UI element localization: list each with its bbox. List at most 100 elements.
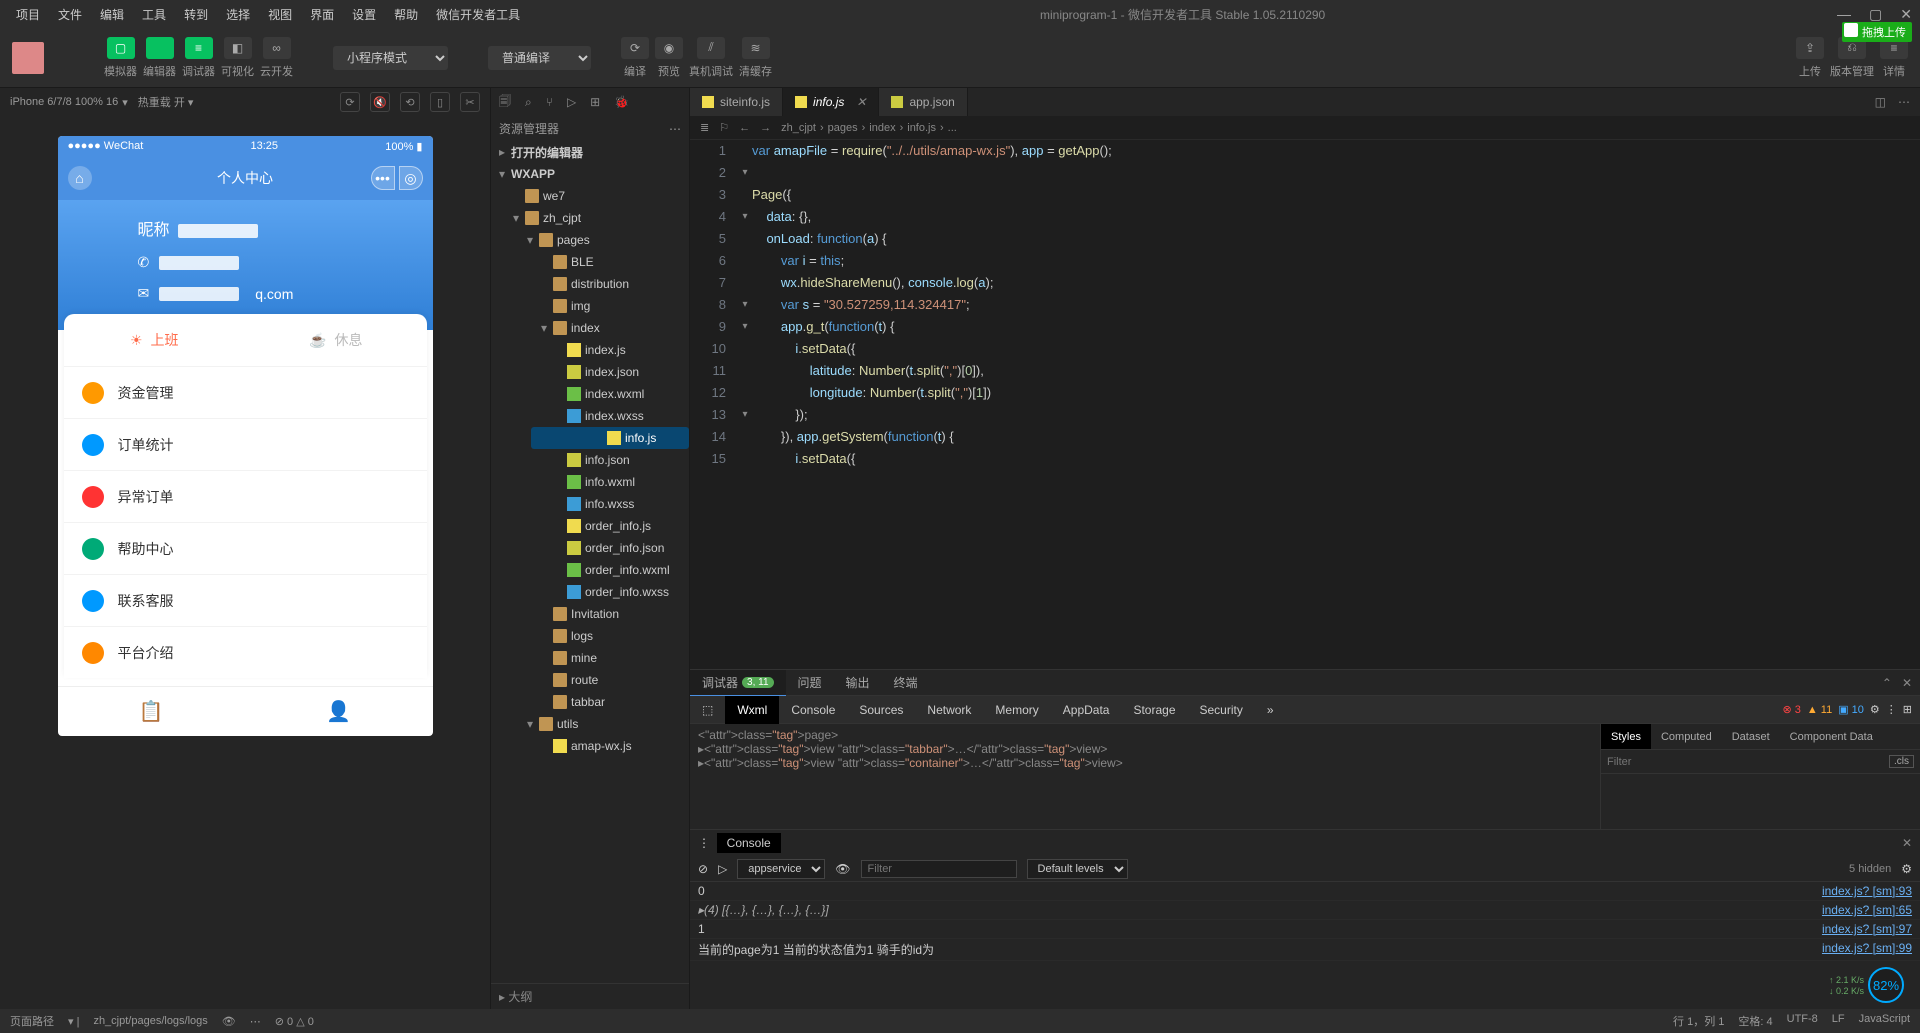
inspector-icon[interactable]: ⬚ xyxy=(690,696,725,724)
tree-index.wxss[interactable]: index.wxss xyxy=(491,405,689,427)
bookmark-icon[interactable]: ⚐ xyxy=(719,121,729,134)
tab-rest[interactable]: ☕ 休息 xyxy=(245,314,427,366)
tree-index.js[interactable]: index.js xyxy=(491,339,689,361)
tool-编译[interactable]: ⟳编译 xyxy=(621,37,649,79)
wxml-tree[interactable]: <"attr">class="tag">page>▸<"attr">class=… xyxy=(690,724,1600,829)
styles-filter-input[interactable] xyxy=(1607,756,1889,768)
tree-utils[interactable]: ▾utils xyxy=(491,713,689,735)
tool-可视化[interactable]: ◧可视化 xyxy=(221,37,254,79)
device-icon[interactable]: ▯ xyxy=(430,92,450,112)
play-icon[interactable]: ▷ xyxy=(718,862,727,876)
tab-app.json[interactable]: app.json xyxy=(879,88,967,116)
code-lines[interactable]: var amapFile = require("../../utils/amap… xyxy=(752,140,1920,669)
devtab-Memory[interactable]: Memory xyxy=(983,696,1050,724)
back-icon[interactable]: ← xyxy=(739,122,750,134)
tree-we7[interactable]: we7 xyxy=(491,185,689,207)
close-icon[interactable]: ✕ xyxy=(856,95,866,109)
code-editor[interactable]: 123456789101112131415 ▾▾▾▾▾ var amapFile… xyxy=(690,140,1920,669)
context-select[interactable]: appservice xyxy=(737,859,825,879)
tool-调试器[interactable]: ≡调试器 xyxy=(182,37,215,79)
tree-logs[interactable]: logs xyxy=(491,625,689,647)
devtab-Storage[interactable]: Storage xyxy=(1121,696,1187,724)
tree-index.wxml[interactable]: index.wxml xyxy=(491,383,689,405)
phone-item-订单统计[interactable]: 订单统计 xyxy=(64,418,427,470)
debug-icon[interactable]: ▷ xyxy=(567,95,576,109)
stop-icon[interactable]: ⊘ xyxy=(698,862,708,876)
dock-icon[interactable]: ⊞ xyxy=(1903,703,1912,716)
fwd-icon[interactable]: → xyxy=(760,122,771,134)
outline-section[interactable]: ▸ 大纲 xyxy=(491,983,689,1009)
tab-info.js[interactable]: info.js✕ xyxy=(783,88,879,116)
avatar[interactable] xyxy=(12,42,44,74)
devtop-问题[interactable]: 问题 xyxy=(786,670,834,696)
diag-counts[interactable]: ⊘ 0 △ 0 xyxy=(275,1015,314,1028)
menu-选择[interactable]: 选择 xyxy=(218,2,258,27)
tool-云开发[interactable]: ∞云开发 xyxy=(260,37,293,79)
styletab-Component Data[interactable]: Component Data xyxy=(1780,724,1883,749)
refresh-icon[interactable]: ⟳ xyxy=(340,92,360,112)
capsule-menu-icon[interactable]: ••• xyxy=(371,166,395,190)
ext-icon[interactable]: ⊞ xyxy=(590,95,600,109)
hot-reload-toggle[interactable]: 热重载 开 ▾ xyxy=(138,94,194,110)
console-filter-input[interactable] xyxy=(861,860,1017,878)
tree-info.wxss[interactable]: info.wxss xyxy=(491,493,689,515)
cls-toggle[interactable]: .cls xyxy=(1889,755,1914,768)
menu-文件[interactable]: 文件 xyxy=(50,2,90,27)
toc-icon[interactable]: ≣ xyxy=(700,121,709,134)
devtab-Sources[interactable]: Sources xyxy=(847,696,915,724)
chevron-up-icon[interactable]: ⌃ xyxy=(1882,676,1892,690)
menu-微信开发者工具[interactable]: 微信开发者工具 xyxy=(428,2,528,27)
tree-pages[interactable]: ▾pages xyxy=(491,229,689,251)
gear-icon[interactable]: ⚙ xyxy=(1870,703,1880,716)
mute-icon[interactable]: 🔇 xyxy=(370,92,390,112)
console-close-icon[interactable]: ✕ xyxy=(1902,836,1912,850)
bug-icon[interactable]: 🐞 xyxy=(614,95,629,109)
tree-index.json[interactable]: index.json xyxy=(491,361,689,383)
maximize-icon[interactable]: ▢ xyxy=(1869,6,1882,23)
tree-order_info.js[interactable]: order_info.js xyxy=(491,515,689,537)
home-icon[interactable]: ⌂ xyxy=(68,166,92,190)
close-icon[interactable]: ✕ xyxy=(1902,676,1912,690)
tool-清缓存[interactable]: ≋清缓存 xyxy=(739,37,772,79)
tree-order_info.json[interactable]: order_info.json xyxy=(491,537,689,559)
devtop-终端[interactable]: 终端 xyxy=(882,670,930,696)
cut-icon[interactable]: ✂ xyxy=(460,92,480,112)
encoding[interactable]: UTF-8 xyxy=(1787,1013,1818,1029)
tree-zh_cjpt[interactable]: ▾zh_cjpt xyxy=(491,207,689,229)
phone-item-异常订单[interactable]: 异常订单 xyxy=(64,470,427,522)
search-icon[interactable]: ⌕ xyxy=(525,95,532,110)
tree-info.json[interactable]: info.json xyxy=(491,449,689,471)
tool-版本管理[interactable]: ⎌版本管理 xyxy=(1830,37,1874,79)
tree-order_info.wxml[interactable]: order_info.wxml xyxy=(491,559,689,581)
phone-item-帮助中心[interactable]: 帮助中心 xyxy=(64,522,427,574)
capsule-close-icon[interactable]: ◎ xyxy=(399,166,423,190)
tree-distribution[interactable]: distribution xyxy=(491,273,689,295)
close-icon[interactable]: ✕ xyxy=(1900,6,1912,23)
console-output[interactable]: 0index.js? [sm]:93▸(4) [{…}, {…}, {…}, {… xyxy=(690,882,1920,1009)
tabbar-user-icon[interactable]: 👤 xyxy=(245,687,433,736)
tree-BLE[interactable]: BLE xyxy=(491,251,689,273)
tree-route[interactable]: route xyxy=(491,669,689,691)
menu-视图[interactable]: 视图 xyxy=(260,2,300,27)
menu-转到[interactable]: 转到 xyxy=(176,2,216,27)
menu-帮助[interactable]: 帮助 xyxy=(386,2,426,27)
scm-icon[interactable]: ⑂ xyxy=(546,95,553,109)
tree-Invitation[interactable]: Invitation xyxy=(491,603,689,625)
devtab-AppData[interactable]: AppData xyxy=(1051,696,1122,724)
files-icon[interactable]: 🗐 xyxy=(499,92,511,113)
compile-select[interactable]: 普通编译 xyxy=(488,46,591,70)
styletab-Styles[interactable]: Styles xyxy=(1601,724,1651,749)
tool-上传[interactable]: ⇪上传 xyxy=(1796,37,1824,79)
devtab-Console[interactable]: Console xyxy=(779,696,847,724)
devtab-Wxml[interactable]: Wxml xyxy=(725,696,779,724)
tool-详情[interactable]: ≡详情 xyxy=(1880,37,1908,79)
mode-select[interactable]: 小程序模式 xyxy=(333,46,448,70)
drag-upload-badge[interactable]: 拖拽上传 xyxy=(1842,22,1912,42)
tree-tabbar[interactable]: tabbar xyxy=(491,691,689,713)
gear-icon[interactable]: ⚙ xyxy=(1901,862,1912,876)
tree-img[interactable]: img xyxy=(491,295,689,317)
more-icon[interactable]: ⋯ xyxy=(250,1015,261,1028)
devtop-输出[interactable]: 输出 xyxy=(834,670,882,696)
open-editors-section[interactable]: ▸打开的编辑器 xyxy=(491,141,689,163)
menu-设置[interactable]: 设置 xyxy=(344,2,384,27)
